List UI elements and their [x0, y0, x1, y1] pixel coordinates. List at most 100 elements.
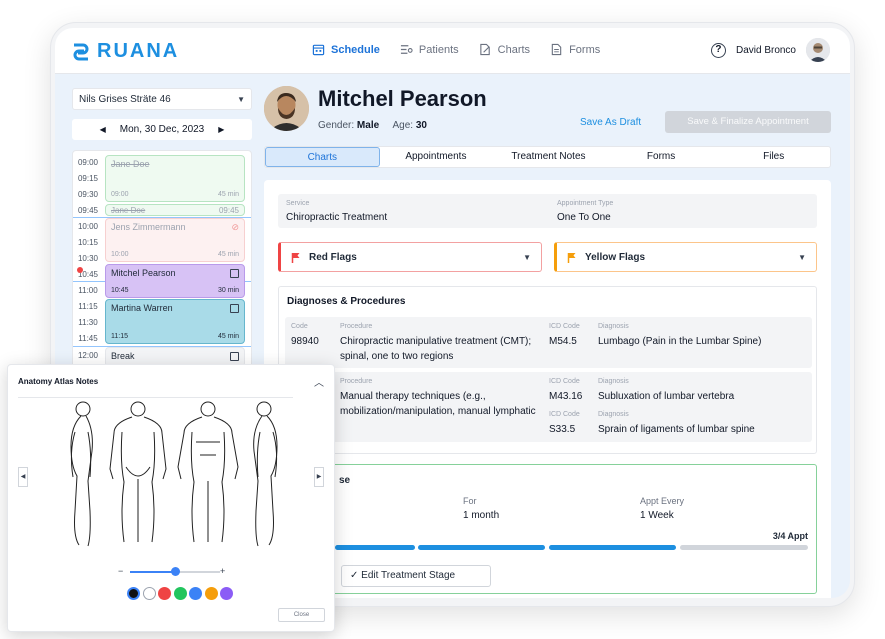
- prev-day-icon[interactable]: ◀: [100, 125, 106, 134]
- close-button[interactable]: Close: [278, 608, 325, 622]
- procedure-line: Manual therapy techniques (e.g.,: [340, 391, 486, 402]
- tab-forms[interactable]: Forms: [605, 147, 718, 167]
- icd-value: S33.5: [549, 424, 576, 435]
- brush-size-knob[interactable]: [170, 567, 180, 576]
- chart-card: Service Chiropractic Treatment Appointme…: [264, 180, 831, 598]
- plan-progress-text: 3/4 Appt: [772, 531, 808, 541]
- nav-charts[interactable]: Charts: [479, 43, 530, 56]
- gender-label: Gender:: [318, 120, 355, 131]
- appointment-card-selected[interactable]: Mitchel Pearson 10:45 30 min: [105, 264, 245, 298]
- procedure-header: Procedure: [340, 378, 373, 385]
- top-navbar: RUANA Schedule Patients Charts Forms ? D…: [55, 28, 850, 74]
- appointment-card[interactable]: Jane Doe 09:00 45 min: [105, 155, 245, 202]
- clinic-name: Nils Grises Sträte 46: [79, 93, 171, 105]
- clinic-select[interactable]: Nils Grises Sträte 46 ▼: [72, 88, 252, 110]
- slider-minus-icon[interactable]: −: [118, 566, 123, 576]
- body-figures[interactable]: [48, 397, 288, 547]
- color-swatch[interactable]: [127, 587, 140, 600]
- calendar-icon: [230, 304, 239, 313]
- appointment-name: Jens Zimmermann: [111, 222, 186, 232]
- nav-schedule[interactable]: Schedule: [312, 43, 380, 56]
- service-summary: Service Chiropractic Treatment Appointme…: [278, 194, 817, 228]
- appointment-time: 09:45: [218, 206, 239, 215]
- age-value: 30: [415, 120, 427, 131]
- diagnoses-title: Diagnoses & Procedures: [287, 296, 406, 307]
- plan-every-label: Appt Every: [640, 496, 685, 506]
- brush-size-fill: [130, 571, 175, 573]
- color-swatch[interactable]: [158, 587, 171, 600]
- color-swatch[interactable]: [173, 587, 187, 600]
- save-draft-button[interactable]: Save As Draft: [580, 117, 641, 128]
- icd-value: M54.5: [549, 336, 577, 347]
- appointment-type-value: One To One: [557, 212, 611, 223]
- next-view-icon[interactable]: ▶: [314, 467, 324, 487]
- color-swatch[interactable]: [204, 587, 218, 600]
- procedure-line: mobilization/manipulation, manual lympha…: [340, 406, 536, 417]
- appointment-card[interactable]: Jens Zimmermann ⊘ 10:00 45 min: [105, 218, 245, 262]
- yellow-flags-dropdown[interactable]: Yellow Flags ▼: [554, 242, 817, 272]
- tab-appointments[interactable]: Appointments: [380, 147, 493, 167]
- chevron-down-icon: ▼: [237, 94, 245, 104]
- finalize-appointment-button[interactable]: Save & Finalize Appointment: [665, 111, 831, 133]
- user-avatar[interactable]: [806, 38, 830, 62]
- red-flags-dropdown[interactable]: Red Flags ▼: [278, 242, 542, 272]
- nav-patients[interactable]: Patients: [400, 43, 459, 56]
- main-nav: Schedule Patients Charts Forms: [312, 43, 600, 56]
- tab-files[interactable]: Files: [717, 147, 830, 167]
- patient-meta: Gender: Male Age: 30: [318, 120, 427, 131]
- diagnoses-panel: Diagnoses & Procedures Code 98940 Proced…: [278, 286, 817, 454]
- appointment-duration: 30 min: [217, 287, 239, 294]
- appointment-card[interactable]: Jane Doe 09:45: [105, 204, 245, 216]
- edit-treatment-stage-label: Edit Treatment Stage: [361, 570, 456, 581]
- icd-header: ICD Code: [549, 378, 580, 385]
- appointment-name: Mitchel Pearson: [111, 268, 176, 278]
- diagnosis-row[interactable]: Procedure Manual therapy techniques (e.g…: [285, 372, 812, 442]
- color-swatch[interactable]: [189, 587, 202, 600]
- appointment-time: 10:45: [111, 287, 129, 294]
- time-slot: 10:00: [77, 222, 99, 231]
- procedure-line: Chiropractic manipulative treatment (CMT…: [340, 336, 532, 347]
- time-slot: 09:00: [77, 158, 99, 167]
- time-slot: 10:30: [77, 254, 99, 263]
- help-icon[interactable]: ?: [710, 42, 726, 58]
- slider-plus-icon[interactable]: +: [220, 566, 225, 576]
- user-x-icon: ⊘: [231, 222, 239, 232]
- diagnosis-value: Lumbago (Pain in the Lumbar Spine): [598, 336, 762, 347]
- progress-segment: [418, 545, 545, 550]
- tab-treatment-notes[interactable]: Treatment Notes: [492, 147, 605, 167]
- calendar-icon: [230, 352, 239, 361]
- color-swatch[interactable]: [142, 587, 156, 600]
- day-timeline[interactable]: 09:00 09:15 09:30 09:45 10:00 10:15 10:3…: [72, 150, 252, 380]
- color-swatch[interactable]: [220, 587, 233, 600]
- body-figure-side-left: [70, 401, 93, 547]
- diagnosis-header: Diagnosis: [598, 323, 629, 330]
- time-slot: 11:15: [78, 302, 98, 311]
- edit-treatment-stage-button[interactable]: ✓ Edit Treatment Stage: [341, 565, 491, 587]
- chevron-down-icon: ▼: [798, 252, 806, 262]
- prev-view-icon[interactable]: ◀: [18, 467, 28, 487]
- service-label: Service: [286, 200, 310, 207]
- progress-segment: [549, 545, 676, 550]
- patient-name: Mitchel Pearson: [318, 86, 487, 111]
- chevron-down-icon: ▼: [523, 252, 531, 262]
- calendar-icon: [312, 44, 325, 56]
- tab-charts[interactable]: Charts: [265, 147, 380, 167]
- appointment-card[interactable]: Martina Warren 11:15 45 min: [105, 299, 245, 344]
- body-figure-back: [109, 401, 167, 543]
- charts-icon: [479, 43, 490, 56]
- appointment-duration: 45 min: [217, 191, 239, 198]
- nav-forms[interactable]: Forms: [550, 43, 600, 56]
- current-date: Mon, 30 Dec, 2023: [119, 124, 205, 135]
- diagnosis-row[interactable]: Code 98940 Procedure Chiropractic manipu…: [285, 317, 812, 368]
- logo[interactable]: RUANA: [71, 40, 179, 63]
- code-value: 98940: [291, 336, 319, 347]
- calendar-icon: [230, 269, 239, 278]
- appointment-time: 11:15: [111, 333, 128, 340]
- next-day-icon[interactable]: ▶: [218, 125, 224, 134]
- forms-icon: [551, 43, 562, 56]
- yellow-flag-icon: [567, 252, 576, 263]
- chevron-up-icon[interactable]: ︿: [314, 374, 324, 389]
- user-menu[interactable]: ? David Bronco: [710, 38, 830, 62]
- diagnosis-header: Diagnosis: [598, 411, 629, 418]
- icd-header: ICD Code: [549, 323, 580, 330]
